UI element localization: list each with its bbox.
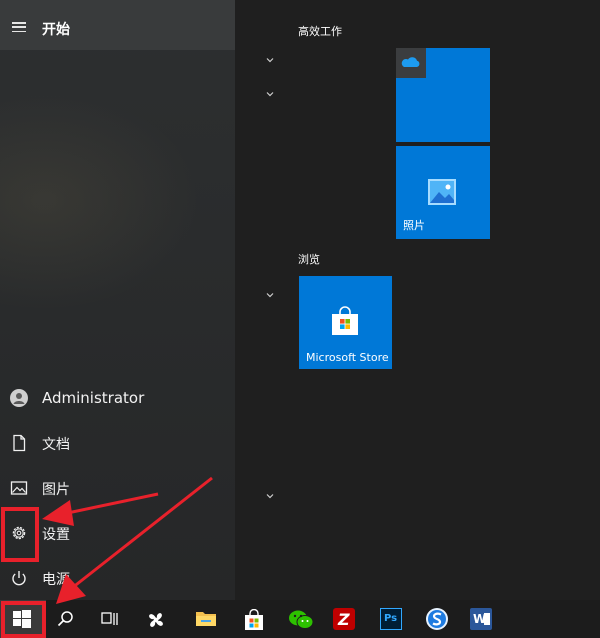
settings-item[interactable]: 设置 — [0, 514, 235, 554]
documents-label: 文档 — [42, 437, 70, 453]
documents-item[interactable]: 文档 — [0, 424, 235, 464]
fan-app-icon — [149, 613, 163, 627]
group-title-browse[interactable]: 浏览 — [298, 251, 320, 267]
wechat-button[interactable] — [278, 600, 318, 638]
gear-icon — [10, 524, 28, 542]
user-avatar-icon — [10, 389, 28, 407]
hamburger-menu-icon[interactable] — [12, 22, 26, 33]
start-menu-screen: 开始 Administrator 文档 图片 设置 电源 高效工作 浏览 照片 … — [0, 0, 600, 638]
windows-start-icon — [13, 610, 31, 628]
tiles-panel: 高效工作 浏览 照片 Microsoft Store — [235, 0, 600, 600]
power-label: 电源 — [42, 572, 70, 588]
chevron-down-icon[interactable] — [265, 491, 275, 501]
sogou-browser-button[interactable] — [415, 600, 455, 638]
user-name: Administrator — [42, 389, 145, 407]
photoshop-button[interactable]: Ps — [370, 600, 410, 638]
photoshop-icon-text: Ps — [384, 613, 398, 624]
wechat-icon — [289, 610, 314, 629]
chevron-down-icon[interactable] — [265, 55, 275, 65]
word-icon: W — [470, 608, 492, 630]
power-item[interactable]: 电源 — [0, 559, 235, 599]
start-menu-rail: 开始 Administrator 文档 图片 设置 电源 — [0, 0, 235, 600]
filezilla-icon: Z — [333, 608, 355, 630]
word-button[interactable]: W — [460, 600, 500, 638]
group-title-productivity[interactable]: 高效工作 — [298, 23, 342, 39]
sogou-browser-icon — [426, 608, 448, 630]
filezilla-button[interactable]: Z — [323, 600, 363, 638]
microsoft-store-tile-label: Microsoft Store — [306, 351, 389, 364]
pictures-item[interactable]: 图片 — [0, 469, 235, 509]
file-explorer-icon — [196, 612, 216, 626]
picture-icon — [10, 479, 28, 497]
windows-start-button[interactable] — [0, 600, 46, 638]
photos-tile-label: 照片 — [403, 219, 425, 232]
store-taskbar-button[interactable] — [233, 600, 273, 638]
filezilla-icon-text: Z — [338, 610, 350, 629]
user-account-item[interactable]: Administrator — [0, 379, 235, 419]
start-title: 开始 — [42, 22, 70, 38]
photos-tile[interactable]: 照片 — [396, 146, 490, 239]
document-icon — [10, 434, 28, 452]
taskbar: Z Ps W — [0, 600, 600, 638]
onedrive-tile[interactable] — [396, 48, 490, 142]
picture-icon — [428, 179, 456, 205]
chevron-down-icon[interactable] — [265, 89, 275, 99]
settings-label: 设置 — [42, 527, 70, 543]
store-icon — [245, 609, 263, 630]
task-view-button[interactable] — [90, 600, 130, 638]
start-header[interactable]: 开始 — [0, 0, 235, 50]
cloud-icon — [396, 48, 426, 78]
file-explorer-button[interactable] — [185, 600, 225, 638]
search-icon — [57, 611, 73, 627]
task-view-icon — [101, 612, 118, 625]
pictures-label: 图片 — [42, 482, 70, 498]
chevron-down-icon[interactable] — [265, 290, 275, 300]
photoshop-icon: Ps — [380, 608, 402, 630]
search-button[interactable] — [46, 600, 86, 638]
shopping-bag-icon — [332, 306, 358, 335]
microsoft-store-tile[interactable]: Microsoft Store — [299, 276, 392, 369]
fan-app-button[interactable] — [135, 600, 175, 638]
power-icon — [10, 569, 28, 587]
